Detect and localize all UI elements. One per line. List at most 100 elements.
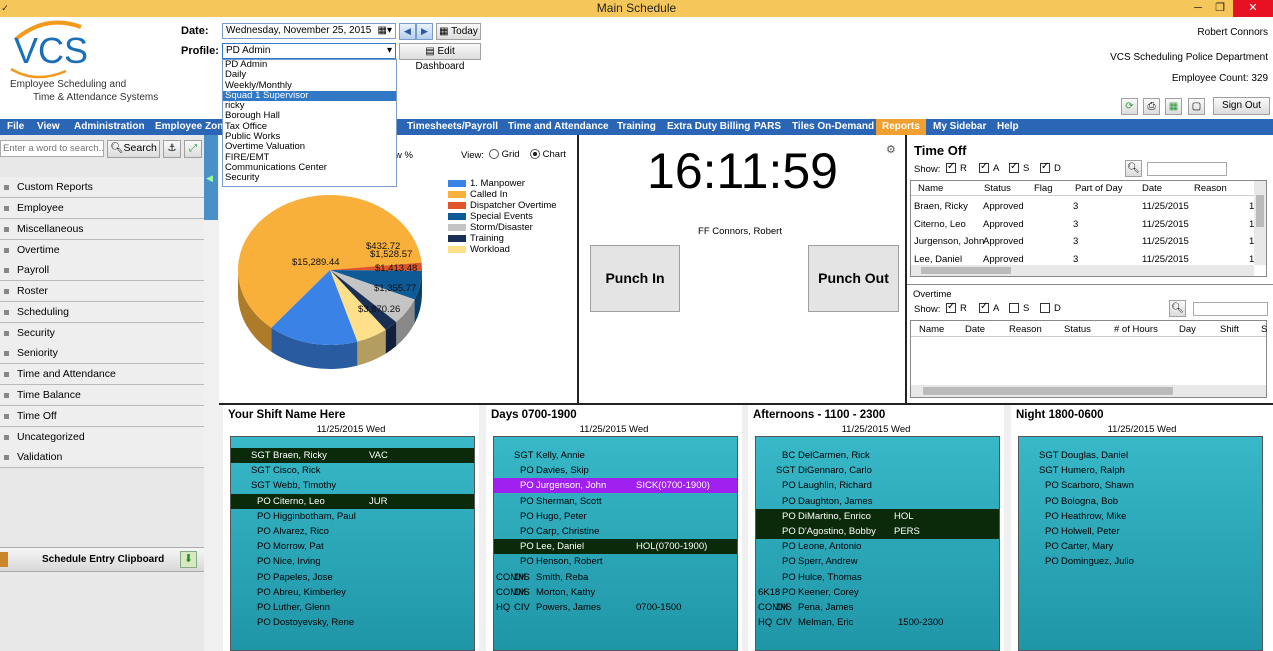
filter-s-checkbox[interactable]: S — [1009, 303, 1029, 314]
shift-row[interactable]: PO Abreu, Kimberley — [231, 585, 474, 600]
profile-option[interactable]: Security — [223, 172, 396, 183]
shift-row[interactable]: PO Luther, Glenn — [231, 600, 474, 615]
shift-row[interactable]: PO Bologna, Bob — [1019, 494, 1262, 509]
sidebar-item-scheduling[interactable]: Scheduling — [0, 302, 204, 323]
column-header[interactable]: Status — [1064, 324, 1091, 335]
column-header[interactable]: Status — [984, 183, 1011, 194]
menu-timesheets-payroll[interactable]: Timesheets/Payroll — [407, 119, 498, 135]
shift-row[interactable]: PO Papeles, Jose — [231, 570, 474, 585]
shift-row[interactable]: PO Carp, Christine — [494, 524, 737, 539]
filter-a-checkbox[interactable]: A — [979, 161, 999, 174]
menu-time-attendance[interactable]: Time and Attendance — [508, 119, 609, 135]
shift-row[interactable]: PO Hulce, Thomas — [756, 570, 999, 585]
checkbox[interactable] — [979, 301, 989, 314]
refresh-icon[interactable]: ⟳ — [1121, 98, 1138, 115]
menu-reports[interactable]: Reports — [876, 119, 926, 135]
shift-row[interactable]: PO Alvarez, Rico — [231, 524, 474, 539]
shift-row[interactable]: HQ CIV Powers, James 0700-1500 — [494, 600, 737, 615]
checkbox[interactable] — [1040, 303, 1050, 314]
filter-r-checkbox[interactable]: R — [946, 161, 967, 174]
shift-row[interactable]: HQ CIV Melman, Eric 1500-2300 — [756, 615, 999, 630]
filter-d-checkbox[interactable]: D — [1040, 303, 1061, 314]
shift-row[interactable]: PO Scarboro, Shawn — [1019, 478, 1262, 493]
sign-out-button[interactable]: Sign Out — [1213, 97, 1270, 115]
sidebar-item-time-balance[interactable]: Time Balance — [0, 385, 204, 406]
overtime-search-icon[interactable]: 🔍︎ — [1169, 300, 1186, 317]
shift-row[interactable]: SGT Cisco, Rick — [231, 463, 474, 478]
time-off-search-icon[interactable]: 🔍︎ — [1125, 160, 1142, 177]
shift-row[interactable]: 6K18 PO Keener, Corey — [756, 585, 999, 600]
horizontal-scrollbar[interactable] — [911, 385, 1266, 397]
table-row[interactable]: Citerno, Leo Approved 3 11/25/2015 1 — [911, 219, 1254, 234]
punch-in-button[interactable]: Punch In — [590, 245, 680, 312]
shift-row[interactable]: COMM DIS Morton, Kathy — [494, 585, 737, 600]
column-header[interactable]: Shift — [1220, 324, 1239, 335]
window-icon[interactable]: ▢ — [1188, 98, 1205, 115]
column-header[interactable]: Reason — [1194, 183, 1227, 194]
sidebar-item-payroll[interactable]: Payroll — [0, 260, 204, 281]
edit-dashboard-button[interactable]: ▤ Edit Dashboard — [399, 43, 481, 72]
shift-row[interactable]: SGT DiGennaro, Carlo — [756, 463, 999, 478]
column-header[interactable]: # of Hours — [1114, 324, 1158, 335]
sidebar-collapse-handle[interactable]: ◀ — [204, 135, 218, 220]
menu-employee-zone[interactable]: Employee Zone — [155, 119, 229, 135]
checkbox[interactable] — [946, 161, 956, 174]
shift-row[interactable]: SGT Webb, Timothy — [231, 478, 474, 493]
menu-file[interactable]: File — [7, 119, 24, 135]
shift-row[interactable]: PO Nice, Irving — [231, 554, 474, 569]
column-header[interactable]: S — [1261, 324, 1267, 335]
prev-date-button[interactable]: ◀ — [399, 23, 416, 40]
table-row[interactable]: Jurgenson, John Approved 3 11/25/2015 1 — [911, 236, 1254, 251]
menu-view[interactable]: View — [37, 119, 60, 135]
today-button[interactable]: ▦ Today — [436, 23, 481, 40]
sidebar-item-seniority[interactable]: Seniority — [0, 343, 204, 364]
sidebar-item-overtime[interactable]: Overtime — [0, 240, 204, 261]
shift-row[interactable]: PO Henson, Robert — [494, 554, 737, 569]
shift-row[interactable]: COMM DIS Smith, Reba — [494, 570, 737, 585]
checkbox[interactable] — [1040, 161, 1050, 174]
menu-administration[interactable]: Administration — [74, 119, 145, 135]
shift-row[interactable]: PO Holwell, Peter — [1019, 524, 1262, 539]
sidebar-search-button[interactable]: 🔍︎Search — [107, 140, 160, 158]
sidebar-item-employee[interactable]: Employee — [0, 198, 204, 219]
shift-row[interactable]: PO Leone, Antonio — [756, 539, 999, 554]
column-header[interactable]: Name — [919, 324, 944, 335]
shift-row[interactable]: PO D'Agostino, Bobby PERS — [756, 524, 999, 539]
minimize-button[interactable]: ─ — [1187, 0, 1209, 17]
sidebar-search-input[interactable] — [0, 140, 104, 157]
filter-a-checkbox[interactable]: A — [979, 301, 999, 314]
shift-row[interactable]: COMM DIS Pena, James — [756, 600, 999, 615]
shift-row[interactable]: PO Citerno, Leo JUR — [231, 493, 474, 509]
column-header[interactable]: Day — [1179, 324, 1196, 335]
shift-row[interactable]: PO Carter, Mary — [1019, 539, 1262, 554]
overtime-search-input[interactable] — [1193, 302, 1268, 316]
shift-row[interactable]: PO Jurgenson, John SICK(0700-1900) — [494, 478, 737, 494]
column-header[interactable]: Name — [918, 183, 943, 194]
column-header[interactable]: Date — [1142, 183, 1162, 194]
column-header[interactable]: Date — [965, 324, 985, 335]
table-row[interactable]: Braen, Ricky Approved 3 11/25/2015 1 — [911, 201, 1254, 216]
menu-help[interactable]: Help — [997, 119, 1019, 135]
sidebar-item-security[interactable]: Security — [0, 323, 204, 344]
shift-row[interactable]: BC DelCarmen, Rick — [756, 448, 999, 463]
shift-row[interactable]: PO Morrow, Pat — [231, 539, 474, 554]
horizontal-scrollbar[interactable] — [911, 265, 1254, 276]
punch-out-button[interactable]: Punch Out — [808, 245, 899, 312]
profile-option[interactable]: Squad 1 Supervisor — [223, 90, 396, 102]
maximize-button[interactable]: ❐ — [1209, 0, 1231, 17]
menu-my-sidebar[interactable]: My Sidebar — [933, 119, 986, 135]
view-grid-radio[interactable]: Grid — [489, 149, 520, 160]
checkbox[interactable] — [1009, 161, 1019, 174]
shift-row[interactable]: PO Dominguez, Julio — [1019, 554, 1262, 569]
shift-row[interactable]: PO Higginbotham, Paul — [231, 509, 474, 524]
sidebar-item-miscellaneous[interactable]: Miscellaneous — [0, 219, 204, 240]
profile-option[interactable]: PD Admin — [223, 59, 396, 70]
tiles-icon[interactable]: ▦ — [1165, 98, 1182, 115]
sidebar-item-roster[interactable]: Roster — [0, 281, 204, 302]
column-header[interactable]: Part of Day — [1075, 183, 1123, 194]
shift-row[interactable]: PO Sherman, Scott — [494, 494, 737, 509]
print-icon[interactable]: ⎙ — [1143, 98, 1160, 115]
sidebar-item-time-and-attendance[interactable]: Time and Attendance — [0, 364, 204, 385]
menu-training[interactable]: Training — [617, 119, 656, 135]
checkbox[interactable] — [1009, 303, 1019, 314]
